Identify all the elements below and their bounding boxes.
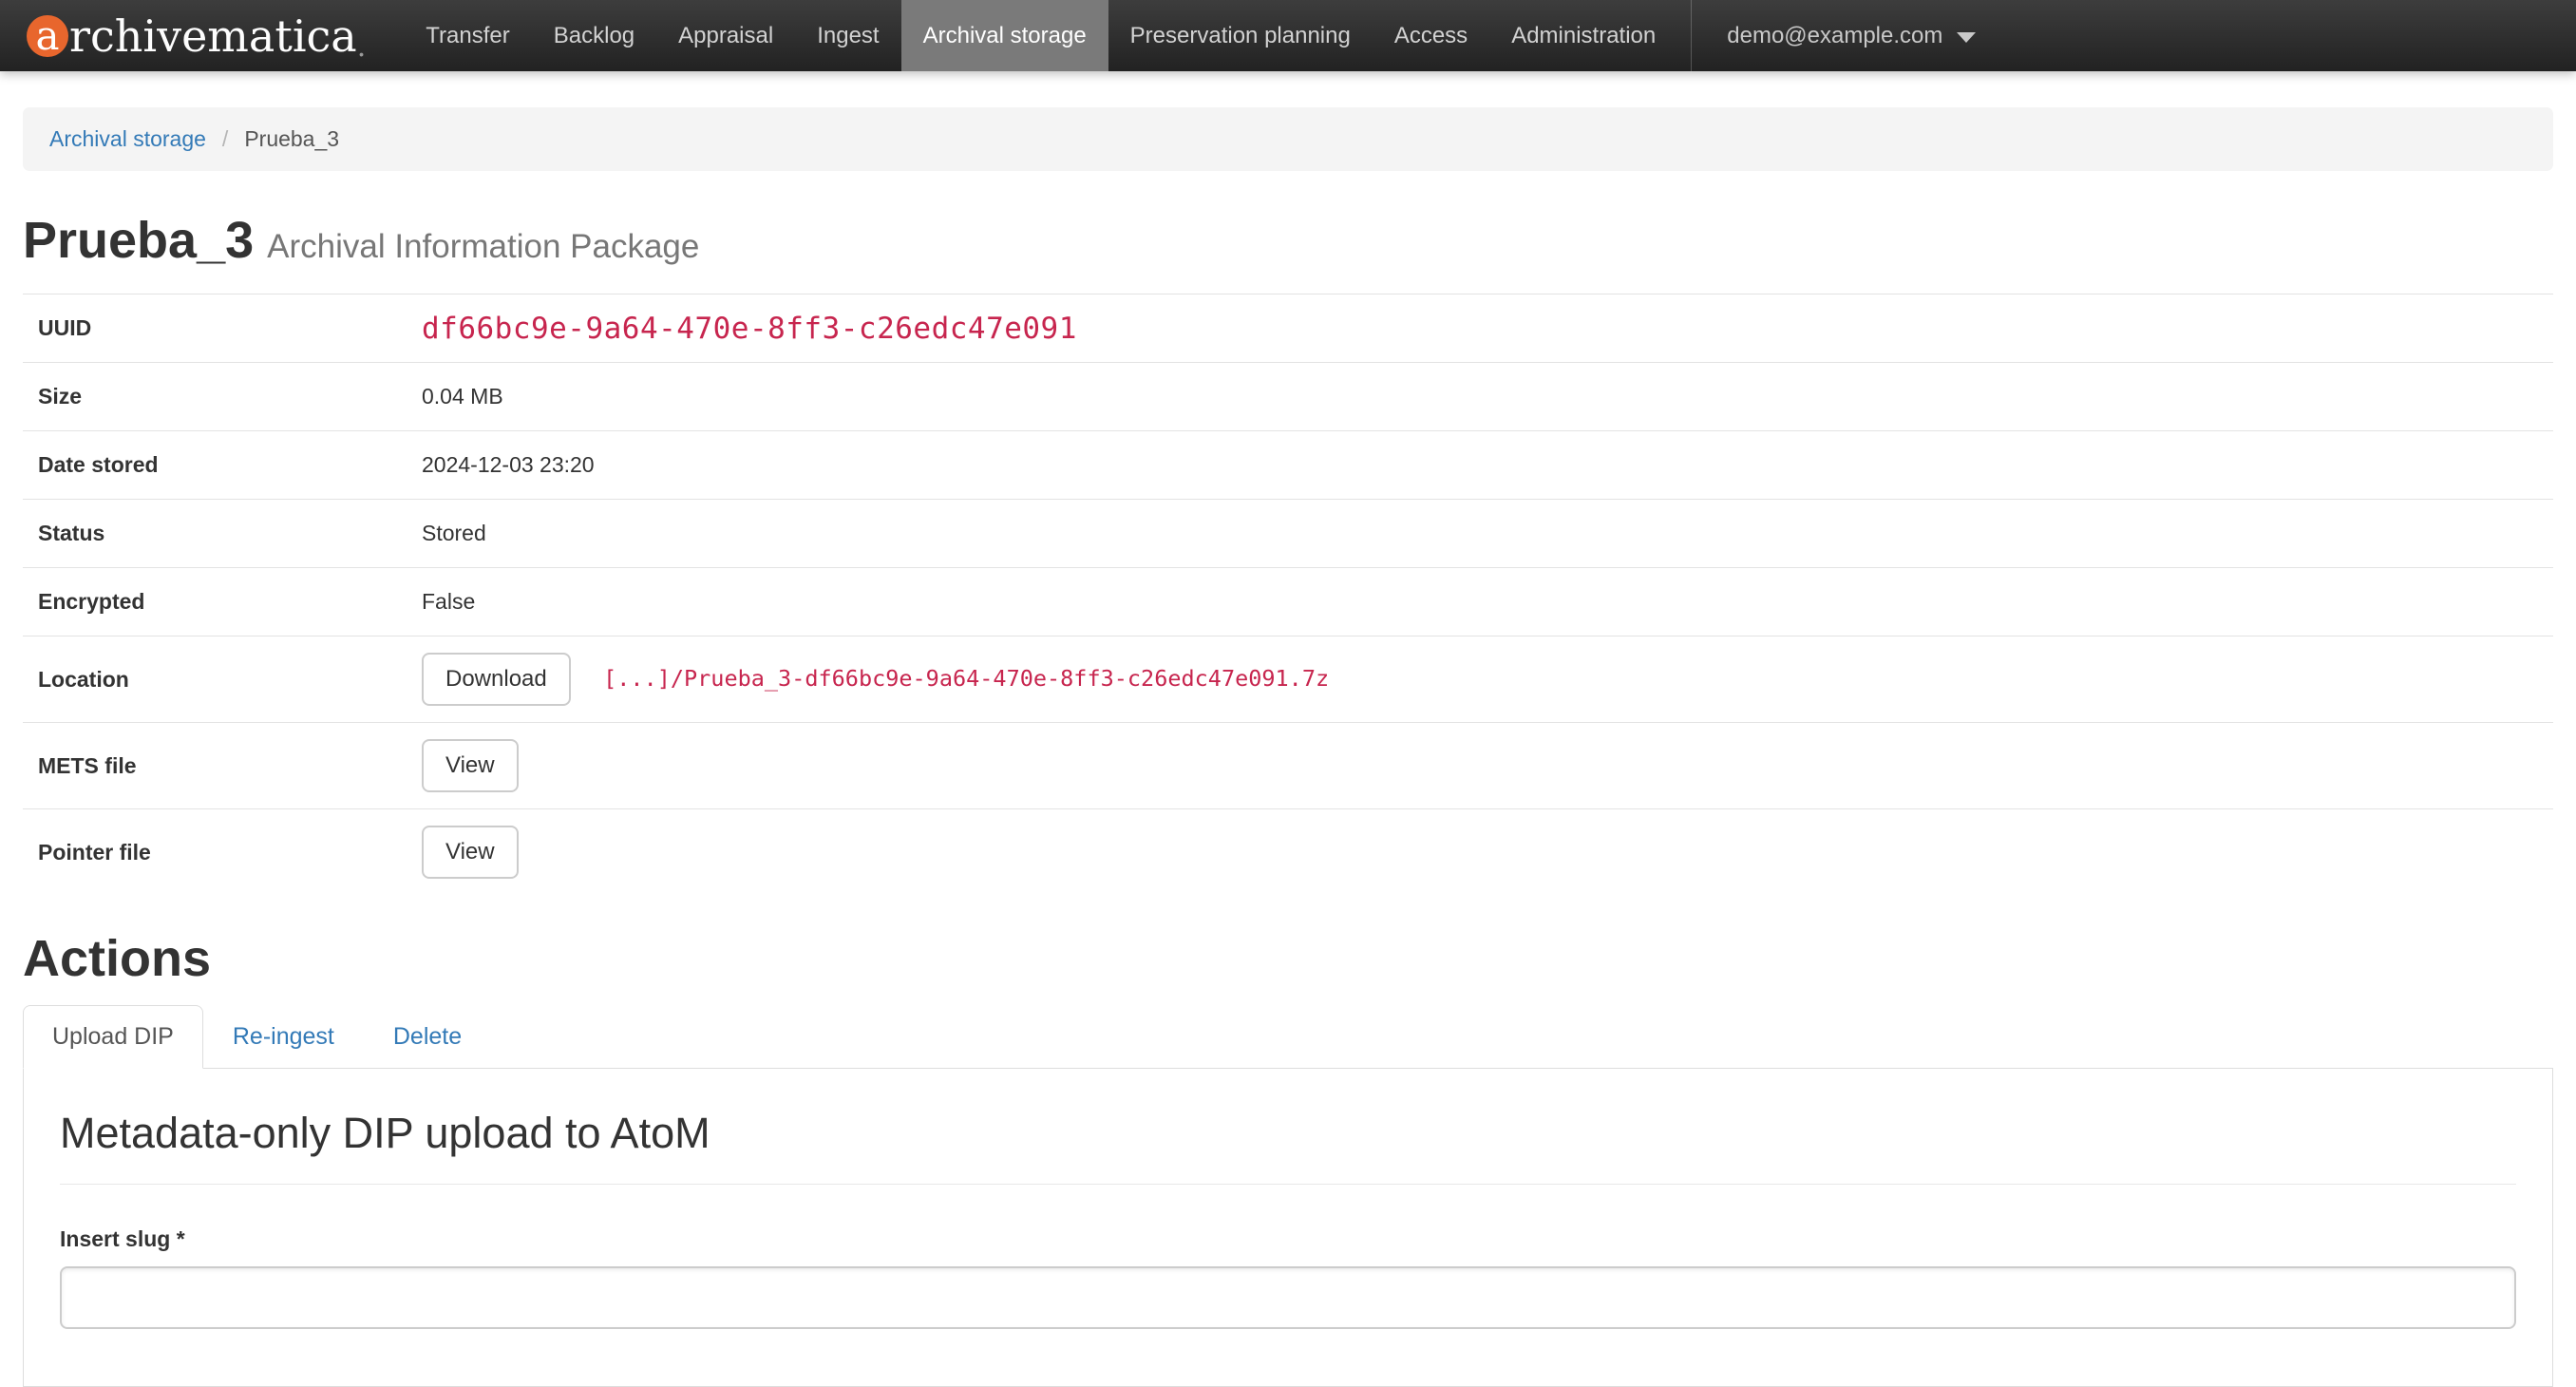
actions-tabs: Upload DIP Re-ingest Delete — [23, 1005, 2553, 1069]
nav-item-preservation-planning[interactable]: Preservation planning — [1108, 0, 1373, 71]
user-email-label: demo@example.com — [1727, 23, 1942, 49]
caret-down-icon — [1957, 32, 1976, 43]
actions-heading: Actions — [23, 929, 2553, 988]
location-path: [...]/Prueba_3-df66bc9e-9a64-470e-8ff3-c… — [603, 665, 1329, 692]
aip-name: Prueba_3 — [23, 212, 254, 269]
status-value: Stored — [422, 521, 486, 545]
page-title: Prueba_3 Archival Information Package — [23, 213, 2553, 268]
row-label-size: Size — [23, 363, 422, 431]
uuid-value: df66bc9e-9a64-470e-8ff3-c26edc47e091 — [422, 312, 1077, 346]
row-label-date-stored: Date stored — [23, 431, 422, 500]
tab-upload-dip[interactable]: Upload DIP — [23, 1005, 203, 1069]
row-label-uuid: UUID — [23, 294, 422, 363]
tab-delete[interactable]: Delete — [364, 1005, 491, 1069]
user-menu[interactable]: demo@example.com — [1691, 0, 2011, 71]
row-label-pointer-file: Pointer file — [23, 809, 422, 896]
breadcrumb-current: Prueba_3 — [244, 126, 339, 152]
top-navbar: archivematica. Transfer Backlog Appraisa… — [0, 0, 2576, 71]
encrypted-value: False — [422, 589, 475, 614]
row-label-mets-file: METS file — [23, 723, 422, 809]
row-label-status: Status — [23, 500, 422, 568]
logo-text: rchivematica — [69, 10, 357, 62]
nav-item-administration[interactable]: Administration — [1489, 0, 1677, 71]
view-mets-button[interactable]: View — [422, 739, 519, 792]
table-row-mets-file: METS file View — [23, 723, 2553, 809]
nav-item-backlog[interactable]: Backlog — [532, 0, 656, 71]
download-button[interactable]: Download — [422, 653, 571, 706]
breadcrumb-separator: / — [222, 126, 228, 152]
table-row-size: Size 0.04 MB — [23, 363, 2553, 431]
nav-item-archival-storage[interactable]: Archival storage — [901, 0, 1108, 71]
logo-dot: . — [357, 30, 367, 71]
nav-item-appraisal[interactable]: Appraisal — [656, 0, 795, 71]
size-value: 0.04 MB — [422, 384, 503, 408]
table-row-status: Status Stored — [23, 500, 2553, 568]
upload-form-heading: Metadata-only DIP upload to AtoM — [60, 1109, 2516, 1158]
insert-slug-label: Insert slug * — [60, 1226, 2516, 1252]
heading-divider — [60, 1184, 2516, 1185]
row-label-location: Location — [23, 636, 422, 723]
nav-item-transfer[interactable]: Transfer — [404, 0, 531, 71]
table-row-location: Location Download [...]/Prueba_3-df66bc9… — [23, 636, 2553, 723]
nav-item-access[interactable]: Access — [1373, 0, 1489, 71]
archivematica-logo[interactable]: archivematica. — [27, 0, 366, 71]
table-row-pointer-file: Pointer file View — [23, 809, 2553, 896]
nav-item-ingest[interactable]: Ingest — [795, 0, 900, 71]
logo-a-icon: a — [27, 15, 68, 57]
view-pointer-button[interactable]: View — [422, 826, 519, 879]
insert-slug-input[interactable] — [60, 1266, 2516, 1329]
page-subtitle: Archival Information Package — [267, 228, 699, 265]
row-label-encrypted: Encrypted — [23, 568, 422, 636]
table-row-encrypted: Encrypted False — [23, 568, 2553, 636]
table-row-date-stored: Date stored 2024-12-03 23:20 — [23, 431, 2553, 500]
aip-details-table: UUID df66bc9e-9a64-470e-8ff3-c26edc47e09… — [23, 294, 2553, 895]
date-stored-value: 2024-12-03 23:20 — [422, 452, 595, 477]
main-nav: Transfer Backlog Appraisal Ingest Archiv… — [404, 0, 1677, 71]
breadcrumb-link-archival-storage[interactable]: Archival storage — [49, 126, 206, 152]
tab-re-ingest[interactable]: Re-ingest — [203, 1005, 364, 1069]
breadcrumb: Archival storage / Prueba_3 — [23, 107, 2553, 171]
upload-dip-panel: Metadata-only DIP upload to AtoM Insert … — [23, 1069, 2553, 1387]
table-row-uuid: UUID df66bc9e-9a64-470e-8ff3-c26edc47e09… — [23, 294, 2553, 363]
